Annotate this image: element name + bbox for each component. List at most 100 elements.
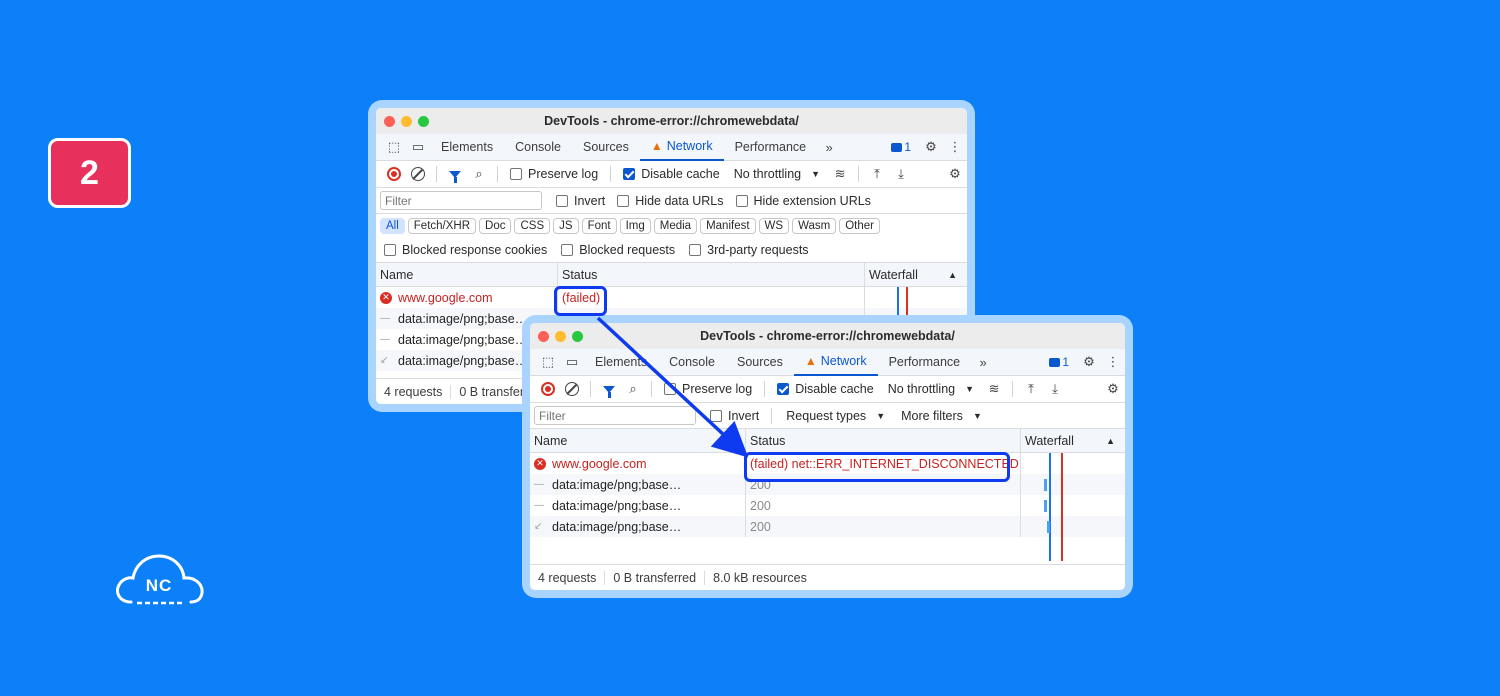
zoom-window-button[interactable] [418, 116, 429, 127]
table-row[interactable]: — data:image/png;base… 200 [530, 495, 1125, 516]
column-waterfall[interactable]: Waterfall ▲ [1021, 429, 1125, 452]
type-chip-font[interactable]: Font [581, 218, 617, 234]
tab-network[interactable]: ▲ Network [639, 134, 724, 161]
export-har-icon[interactable]: ⤓ [1043, 377, 1067, 401]
disable-cache-label: Disable cache [641, 167, 720, 181]
invert-checkbox[interactable]: Invert [550, 194, 611, 208]
tab-console[interactable]: Console [658, 349, 726, 376]
tab-network[interactable]: ▲ Network [793, 349, 878, 376]
inspect-element-icon[interactable]: ⬚ [382, 135, 406, 159]
inspect-element-icon[interactable]: ⬚ [536, 350, 560, 374]
type-chip-manifest[interactable]: Manifest [700, 218, 756, 234]
search-icon[interactable]: ⌕ [621, 377, 645, 401]
column-status[interactable]: Status [746, 429, 1021, 452]
request-name: data:image/png;base… [398, 311, 528, 326]
filter-input[interactable] [534, 406, 696, 425]
issues-counter[interactable]: 1 [1041, 355, 1077, 369]
close-window-button[interactable] [384, 116, 395, 127]
preserve-log-checkbox[interactable]: Preserve log [504, 167, 604, 181]
device-toolbar-icon[interactable]: ▭ [406, 135, 430, 159]
type-chip-img[interactable]: Img [619, 218, 651, 234]
window-title: DevTools - chrome-error://chromewebdata/ [544, 114, 799, 128]
hide-extension-urls-checkbox[interactable]: Hide extension URLs [730, 194, 877, 208]
table-row[interactable]: ↙ data:image/png;base… 200 [530, 516, 1125, 537]
close-window-button[interactable] [538, 331, 549, 342]
type-chip-media[interactable]: Media [653, 218, 698, 234]
waterfall-bar [1047, 521, 1050, 533]
type-chip-css[interactable]: CSS [514, 218, 551, 234]
minimize-window-button[interactable] [401, 116, 412, 127]
column-status[interactable]: Status [558, 263, 865, 286]
issues-counter[interactable]: 1 [883, 140, 919, 154]
status-transferred: 0 B transferred [605, 570, 706, 585]
request-name: data:image/png;base… [552, 498, 682, 513]
invert-checkbox[interactable]: Invert [704, 409, 765, 423]
clear-button[interactable] [560, 377, 584, 401]
request-types-dropdown[interactable]: Request types ▼ [778, 409, 893, 423]
third-party-requests-checkbox[interactable]: 3rd-party requests [683, 243, 814, 257]
settings-gear-icon[interactable]: ⚙ [919, 135, 943, 159]
import-har-icon[interactable]: ⤒ [1019, 377, 1043, 401]
filter-input[interactable] [380, 191, 542, 210]
table-row[interactable]: ✕ www.google.com (failed) [376, 287, 967, 308]
more-options-icon[interactable]: ⋮ [943, 135, 967, 159]
waterfall-label: Waterfall [1025, 433, 1074, 448]
issues-count: 1 [904, 140, 911, 154]
table-row[interactable]: — data:image/png;base… 200 [530, 474, 1125, 495]
filter-toggle[interactable] [443, 162, 467, 186]
filter-funnel-icon [449, 170, 461, 183]
type-chip-all[interactable]: All [380, 218, 405, 234]
tab-performance[interactable]: Performance [724, 134, 818, 161]
more-tabs-icon[interactable]: » [971, 350, 995, 374]
settings-gear-icon[interactable]: ⚙ [1077, 350, 1101, 374]
image-icon: ↙ [380, 355, 389, 366]
table-row[interactable]: ✕ www.google.com (failed) net::ERR_INTERN… [530, 453, 1125, 474]
column-name[interactable]: Name [530, 429, 746, 452]
network-settings-icon[interactable]: ⚙ [1101, 377, 1125, 401]
column-name[interactable]: Name [376, 263, 558, 286]
network-conditions-icon[interactable]: ≋ [828, 162, 852, 186]
type-chip-doc[interactable]: Doc [479, 218, 512, 234]
search-icon[interactable]: ⌕ [467, 162, 491, 186]
export-har-icon[interactable]: ⤓ [889, 162, 913, 186]
tab-elements[interactable]: Elements [584, 349, 658, 376]
more-filters-dropdown[interactable]: More filters ▼ [893, 409, 990, 423]
panel-tabs: ⬚ ▭ Elements Console Sources ▲ Network Pe… [376, 134, 967, 161]
disable-cache-checkbox[interactable]: Disable cache [771, 382, 880, 396]
import-har-icon[interactable]: ⤒ [865, 162, 889, 186]
preserve-log-checkbox[interactable]: Preserve log [658, 382, 758, 396]
throttling-select[interactable]: No throttling ▼ [726, 167, 828, 181]
type-chip-wasm[interactable]: Wasm [792, 218, 837, 234]
chevron-down-icon: ▼ [876, 410, 886, 421]
column-waterfall[interactable]: Waterfall ▲ [865, 263, 967, 286]
type-chip-js[interactable]: JS [553, 218, 579, 234]
network-settings-icon[interactable]: ⚙ [943, 162, 967, 186]
zoom-window-button[interactable] [572, 331, 583, 342]
device-toolbar-icon[interactable]: ▭ [560, 350, 584, 374]
blocked-requests-checkbox[interactable]: Blocked requests [555, 243, 681, 257]
more-options-icon[interactable]: ⋮ [1101, 350, 1125, 374]
warning-icon: ▲ [804, 354, 817, 368]
more-tabs-icon[interactable]: » [817, 135, 841, 159]
type-chip-ws[interactable]: WS [758, 218, 790, 234]
tab-elements[interactable]: Elements [430, 134, 504, 161]
request-name-cell: — data:image/png;base… [530, 495, 746, 516]
tab-performance[interactable]: Performance [878, 349, 972, 376]
record-button[interactable] [382, 162, 406, 186]
disable-cache-checkbox[interactable]: Disable cache [617, 167, 726, 181]
tab-sources[interactable]: Sources [726, 349, 794, 376]
blocked-response-cookies-checkbox[interactable]: Blocked response cookies [378, 243, 553, 257]
hide-data-urls-checkbox[interactable]: Hide data URLs [611, 194, 729, 208]
filter-toggle[interactable] [597, 377, 621, 401]
record-button[interactable] [536, 377, 560, 401]
network-conditions-icon[interactable]: ≋ [982, 377, 1006, 401]
throttling-select[interactable]: No throttling ▼ [880, 382, 982, 396]
extra-filters-row: Blocked response cookies Blocked request… [376, 238, 967, 263]
type-chip-fetch-xhr[interactable]: Fetch/XHR [407, 218, 477, 234]
tab-console[interactable]: Console [504, 134, 572, 161]
divider [858, 166, 860, 182]
type-chip-other[interactable]: Other [839, 218, 880, 234]
tab-sources[interactable]: Sources [572, 134, 640, 161]
clear-button[interactable] [406, 162, 430, 186]
minimize-window-button[interactable] [555, 331, 566, 342]
